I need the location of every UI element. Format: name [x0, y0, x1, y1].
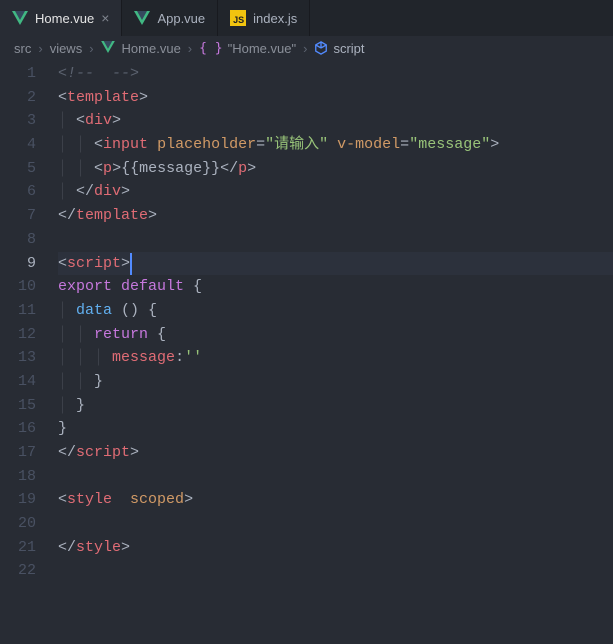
breadcrumb-item[interactable]: { } "Home.vue"	[199, 41, 296, 56]
code-line[interactable]: </script>	[58, 441, 613, 465]
code-line[interactable]: │ │ }	[58, 370, 613, 394]
line-number: 11	[0, 299, 58, 323]
code-line[interactable]: │ <div>	[58, 109, 613, 133]
tab-bar: Home.vue × App.vue JS index.js	[0, 0, 613, 36]
code-line[interactable]: <style scoped>	[58, 488, 613, 512]
code-line[interactable]: <script>	[58, 252, 613, 276]
line-number: 7	[0, 204, 58, 228]
tab-home-vue[interactable]: Home.vue ×	[0, 0, 122, 36]
breadcrumb-item[interactable]: src	[14, 41, 31, 56]
chevron-right-icon: ›	[187, 41, 193, 56]
line-number: 18	[0, 465, 58, 489]
js-icon: JS	[230, 10, 246, 26]
line-number: 16	[0, 417, 58, 441]
line-number: 19	[0, 488, 58, 512]
breadcrumb: src › views › Home.vue › { } "Home.vue" …	[0, 36, 613, 60]
code-line[interactable]: <template>	[58, 86, 613, 110]
line-number: 20	[0, 512, 58, 536]
line-number-gutter: 12345678910111213141516171819202122	[0, 60, 58, 644]
code-line[interactable]: </template>	[58, 204, 613, 228]
breadcrumb-item[interactable]: Home.vue	[101, 41, 181, 56]
code-line[interactable]: │ │ <p>{{message}}</p>	[58, 157, 613, 181]
vue-icon	[134, 11, 150, 25]
code-editor[interactable]: 12345678910111213141516171819202122 <!--…	[0, 60, 613, 644]
code-line[interactable]: export default {	[58, 275, 613, 299]
code-line[interactable]: │ }	[58, 394, 613, 418]
line-number: 14	[0, 370, 58, 394]
vue-icon	[101, 41, 117, 55]
line-number: 8	[0, 228, 58, 252]
line-number: 5	[0, 157, 58, 181]
code-line[interactable]	[58, 465, 613, 489]
line-number: 21	[0, 536, 58, 560]
line-number: 3	[0, 109, 58, 133]
code-line[interactable]: </style>	[58, 536, 613, 560]
code-line[interactable]: │ │ return {	[58, 323, 613, 347]
line-number: 13	[0, 346, 58, 370]
code-line[interactable]	[58, 228, 613, 252]
line-number: 6	[0, 180, 58, 204]
line-number: 4	[0, 133, 58, 157]
code-line[interactable]: <!-- -->	[58, 62, 613, 86]
breadcrumb-item[interactable]: script	[314, 41, 364, 56]
code-line[interactable]: │ │ <input placeholder="请输入" v-model="me…	[58, 133, 613, 157]
brace-icon: { }	[199, 41, 222, 56]
chevron-right-icon: ›	[302, 41, 308, 56]
chevron-right-icon: ›	[88, 41, 94, 56]
tab-label: Home.vue	[35, 11, 94, 26]
code-line[interactable]: │ data () {	[58, 299, 613, 323]
line-number: 22	[0, 559, 58, 583]
line-number: 12	[0, 323, 58, 347]
close-icon[interactable]: ×	[101, 11, 109, 25]
breadcrumb-item[interactable]: views	[50, 41, 83, 56]
line-number: 2	[0, 86, 58, 110]
code-line[interactable]	[58, 559, 613, 583]
tab-index-js[interactable]: JS index.js	[218, 0, 310, 36]
line-number: 15	[0, 394, 58, 418]
tab-app-vue[interactable]: App.vue	[122, 0, 218, 36]
code-line[interactable]: │ </div>	[58, 180, 613, 204]
line-number: 10	[0, 275, 58, 299]
cube-icon	[314, 41, 328, 55]
tab-label: index.js	[253, 11, 297, 26]
line-number: 9	[0, 252, 58, 276]
line-number: 1	[0, 62, 58, 86]
text-cursor	[130, 253, 132, 275]
vue-icon	[12, 11, 28, 25]
code-line[interactable]: │ │ │ message:''	[58, 346, 613, 370]
code-line[interactable]	[58, 512, 613, 536]
line-number: 17	[0, 441, 58, 465]
code-content[interactable]: <!-- --><template>│ <div>│ │ <input plac…	[58, 60, 613, 644]
tab-label: App.vue	[157, 11, 205, 26]
chevron-right-icon: ›	[37, 41, 43, 56]
code-line[interactable]: }	[58, 417, 613, 441]
